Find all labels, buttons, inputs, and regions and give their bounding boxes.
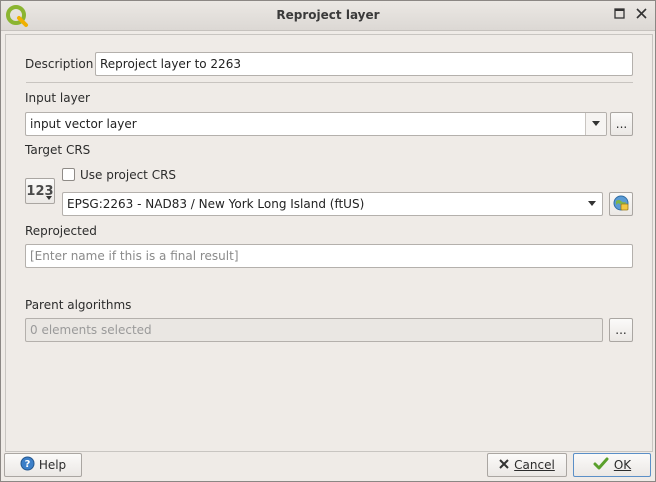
reproject-layer-dialog: Reproject layer Description Reproject la…: [0, 0, 656, 482]
separator: [26, 82, 633, 83]
chevron-down-icon[interactable]: [582, 193, 602, 215]
input-layer-value: input vector layer: [30, 117, 137, 131]
window-title: Reproject layer: [276, 8, 380, 22]
description-input[interactable]: Reproject layer to 2263: [95, 52, 633, 76]
parent-algorithms-label: Parent algorithms: [25, 298, 132, 312]
help-icon: ?: [20, 456, 35, 474]
reprojected-label: Reprojected: [25, 224, 97, 238]
target-crs-value: EPSG:2263 - NAD83 / New York Long Island…: [67, 197, 365, 211]
help-label: Help: [38, 458, 67, 472]
cancel-button[interactable]: Cancel: [487, 453, 567, 477]
dropdown-arrow-icon: [46, 196, 52, 200]
parameters-panel: Description Reproject layer to 2263 Inpu…: [5, 34, 653, 452]
close-icon: [635, 7, 647, 23]
checkmark-icon: [593, 457, 609, 474]
target-crs-combobox[interactable]: EPSG:2263 - NAD83 / New York Long Island…: [62, 192, 603, 216]
input-layer-combobox[interactable]: input vector layer: [25, 112, 607, 136]
reprojected-output-input[interactable]: [Enter name if this is a final result]: [25, 244, 633, 268]
parent-algorithms-browse-button[interactable]: ...: [609, 318, 633, 342]
cancel-label: Cancel: [514, 458, 555, 472]
ok-button[interactable]: OK: [573, 453, 651, 477]
chevron-down-icon[interactable]: [585, 113, 606, 135]
maximize-button[interactable]: [609, 5, 629, 25]
close-window-button[interactable]: [631, 5, 651, 25]
parent-algorithms-field: 0 elements selected: [25, 318, 603, 342]
select-crs-button[interactable]: [609, 192, 633, 216]
maximize-icon: [613, 7, 625, 23]
use-project-crs-checkbox[interactable]: [62, 168, 75, 181]
target-crs-label: Target CRS: [25, 143, 91, 157]
parameter-type-button[interactable]: 123: [25, 178, 55, 204]
button-box: ? Help Cancel OK: [1, 453, 655, 481]
svg-text:?: ?: [24, 459, 30, 470]
help-button[interactable]: ? Help: [4, 453, 82, 477]
input-layer-browse-button[interactable]: ...: [610, 112, 633, 136]
cancel-x-icon: [499, 458, 509, 472]
use-project-crs-label[interactable]: Use project CRS: [80, 168, 176, 182]
title-bar: Reproject layer: [1, 1, 655, 31]
crs-globe-icon: [612, 194, 630, 215]
input-layer-label: Input layer: [25, 91, 90, 105]
description-label: Description: [25, 57, 94, 71]
ok-label: OK: [613, 458, 632, 472]
